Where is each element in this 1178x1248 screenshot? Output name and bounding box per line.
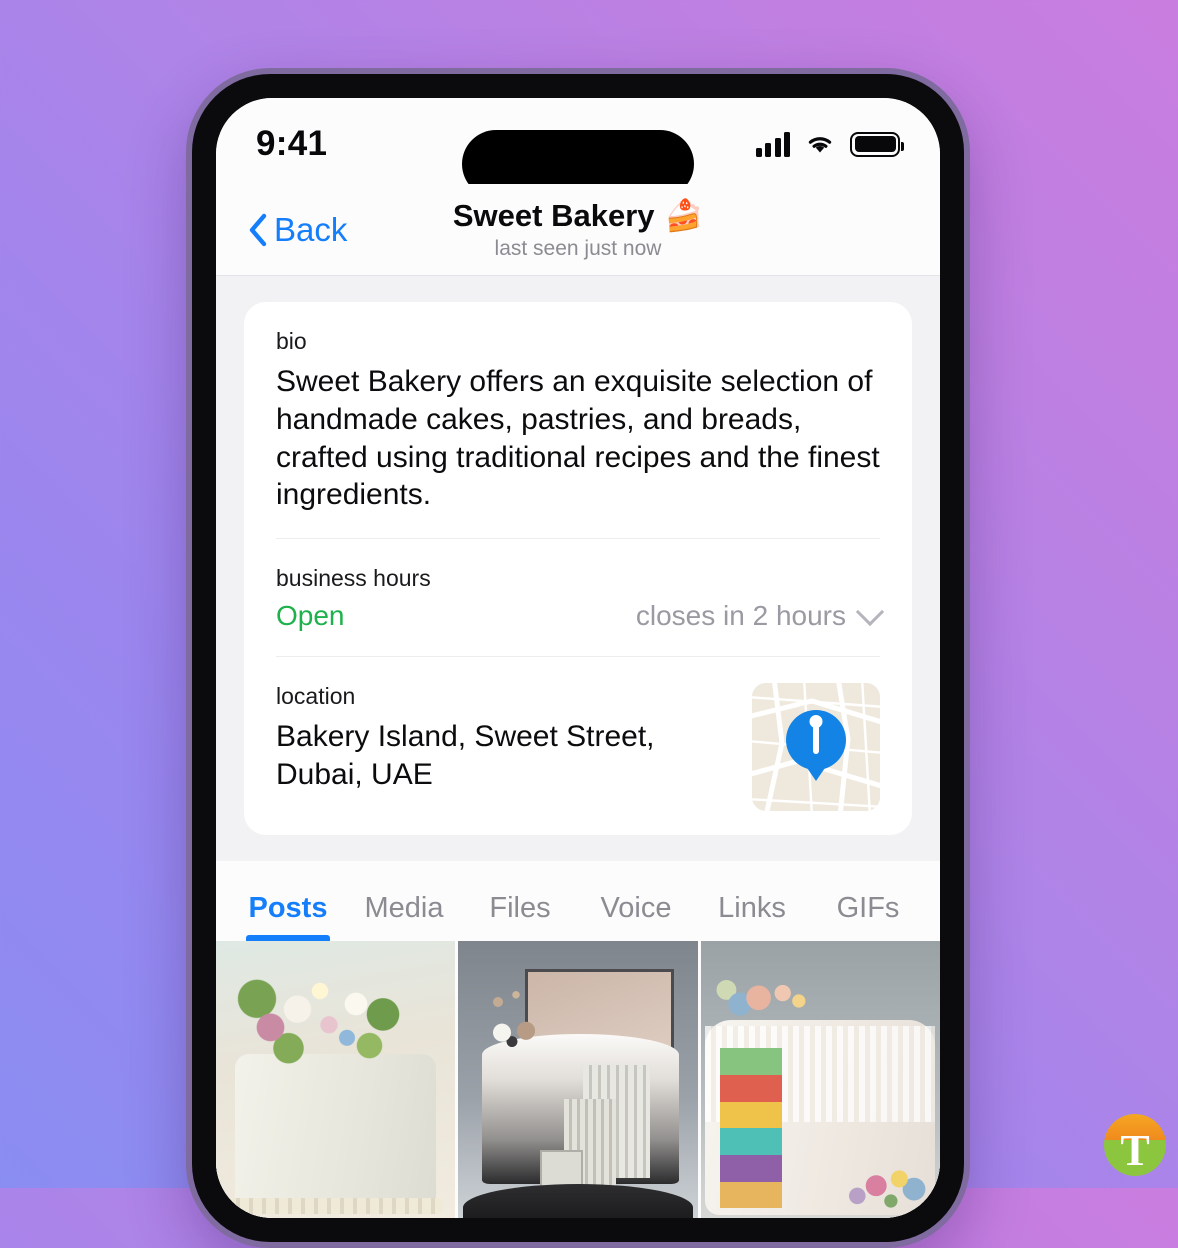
status-bar: 9:41 [216, 98, 940, 198]
rainbow-layer-cake-photo[interactable] [700, 941, 940, 1218]
map-pin-icon [786, 709, 846, 770]
battery-full-icon [850, 131, 904, 157]
tab-voice[interactable]: Voice [578, 892, 694, 941]
business-hours-values: Open closes in 2 hours [276, 598, 885, 632]
back-label: Back [274, 210, 348, 248]
brand-watermark-logo: T [1104, 1114, 1166, 1176]
media-grid [216, 941, 940, 1218]
tab-label: GIFs [836, 892, 900, 925]
profile-content: bio Sweet Bakery offers an exquisite sel… [216, 302, 940, 1218]
page-title: Sweet Bakery 🍰 [453, 198, 703, 234]
tab-posts[interactable]: Posts [230, 892, 346, 942]
info-card: bio Sweet Bakery offers an exquisite sel… [244, 302, 912, 836]
chevron-down-icon[interactable] [855, 598, 885, 627]
business-hours-detail-group[interactable]: closes in 2 hours [635, 598, 885, 632]
phone-screen: 9:41 Back Sweet Bakery 🍰 last seen just … [216, 98, 940, 1218]
bio-label: bio [276, 328, 307, 354]
open-status-badge: Open [276, 600, 345, 632]
closing-time-text: closes in 2 hours [635, 600, 846, 632]
profile-tabs: Posts Media Files Voice Links GIFs [216, 861, 940, 942]
phone-bezel: 9:41 Back Sweet Bakery 🍰 last seen just … [192, 74, 964, 1242]
tab-label: Posts [248, 892, 328, 925]
logo-letter: T [1120, 1125, 1150, 1175]
map-thumbnail[interactable] [752, 683, 880, 812]
wifi-icon [808, 137, 832, 153]
location-label: location [276, 683, 356, 710]
tab-gifs[interactable]: GIFs [810, 892, 926, 941]
cake-emoji-icon: 🍰 [664, 197, 704, 233]
chat-name: Sweet Bakery [452, 197, 655, 233]
back-button[interactable]: Back [248, 211, 347, 249]
business-hours-row[interactable]: business hours Open closes in 2 hours [244, 539, 912, 656]
chat-status: last seen just now [494, 237, 662, 261]
location-address: Bakery Island, Sweet Street, Dubai, UAE [276, 720, 655, 791]
nav-bar: Back Sweet Bakery 🍰 last seen just now [216, 184, 940, 276]
modern-geometric-cake-photo[interactable] [458, 941, 698, 1218]
status-time: 9:41 [256, 124, 328, 163]
business-hours-label: business hours [276, 565, 431, 592]
phone-frame: 9:41 Back Sweet Bakery 🍰 last seen just … [186, 68, 970, 1248]
bio-row: bio Sweet Bakery offers an exquisite sel… [244, 302, 912, 538]
tab-files[interactable]: Files [462, 892, 578, 941]
cellular-bars-icon [755, 131, 790, 157]
white-floral-cake-photo[interactable] [216, 941, 456, 1218]
tab-media[interactable]: Media [346, 892, 462, 941]
tab-label: Links [718, 892, 786, 925]
tab-label: Media [364, 892, 444, 925]
location-row[interactable]: location Bakery Island, Sweet Street, Du… [244, 657, 912, 835]
bio-text: Sweet Bakery offers an exquisite selecti… [276, 365, 880, 512]
tab-label: Voice [600, 892, 672, 925]
tab-links[interactable]: Links [694, 892, 810, 941]
location-text-group: location Bakery Island, Sweet Street, Du… [276, 683, 732, 794]
tab-label: Files [489, 892, 551, 925]
status-icons [755, 131, 904, 157]
chevron-left-icon [249, 213, 267, 246]
